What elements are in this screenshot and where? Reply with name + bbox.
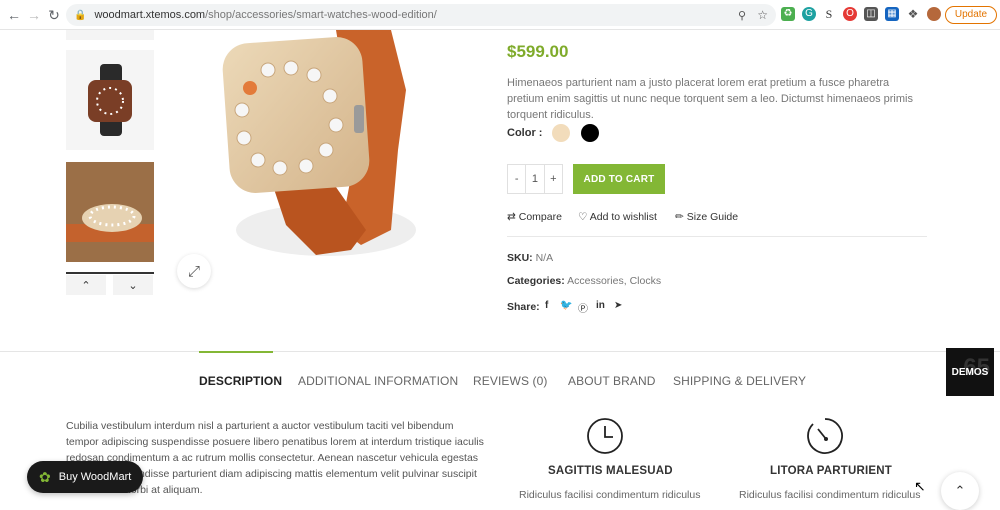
product-price: $599.00 bbox=[507, 42, 569, 61]
qty-plus-button[interactable]: + bbox=[545, 173, 562, 185]
size-guide-link[interactable]: ✏ Size Guide bbox=[675, 211, 738, 223]
extension-blue-icon[interactable]: ▦ bbox=[885, 7, 899, 21]
expand-icon: ⤢ bbox=[187, 262, 200, 280]
chevron-up-icon: ⌃ bbox=[81, 279, 91, 292]
thumbnail-next-button[interactable]: ⌄ bbox=[113, 275, 153, 295]
heart-icon: ♡ bbox=[578, 211, 588, 223]
thumbnail-watch-wood-image bbox=[66, 162, 154, 262]
thumbnail-prev-button[interactable]: ⌃ bbox=[66, 275, 106, 295]
active-tab-indicator bbox=[199, 351, 273, 353]
extension-shield-icon[interactable]: ◫ bbox=[864, 7, 878, 21]
url-text: woodmart.xtemos.com/shop/accessories/sma… bbox=[94, 9, 437, 21]
compare-link[interactable]: ⇄ Compare bbox=[507, 211, 562, 223]
bookmark-star-icon[interactable]: ☆ bbox=[757, 8, 768, 22]
tab-about-brand[interactable]: ABOUT BRAND bbox=[568, 374, 656, 388]
chevron-up-icon: ⌃ bbox=[954, 483, 966, 498]
shuffle-icon: ⇄ bbox=[507, 211, 516, 223]
product-main-image[interactable] bbox=[166, 30, 484, 300]
mouse-cursor-icon: ↖ bbox=[914, 478, 926, 494]
feature-title-2: LITORA PARTURIENT bbox=[770, 465, 893, 477]
category-link-accessories[interactable]: Accessories bbox=[567, 275, 624, 287]
lock-icon: 🔒 bbox=[74, 9, 87, 21]
category-link-clocks[interactable]: Clocks bbox=[630, 275, 662, 287]
tab-description[interactable]: DESCRIPTION bbox=[199, 374, 282, 388]
back-icon[interactable]: ← bbox=[6, 7, 22, 23]
watch-image bbox=[222, 30, 416, 256]
facebook-icon[interactable]: f bbox=[545, 300, 548, 311]
forward-icon[interactable]: → bbox=[26, 7, 42, 23]
buy-woodmart-button[interactable]: ✿ Buy WoodMart bbox=[27, 461, 143, 493]
tab-additional-information[interactable]: ADDITIONAL INFORMATION bbox=[298, 374, 458, 388]
wishlist-link[interactable]: ♡ Add to wishlist bbox=[578, 211, 657, 223]
update-button[interactable]: Update bbox=[945, 6, 997, 24]
tabs-top-border bbox=[0, 351, 1000, 352]
product-thumbnail-1[interactable] bbox=[66, 30, 154, 40]
extension-grammarly-icon[interactable]: G bbox=[802, 7, 816, 21]
qty-input[interactable]: 1 bbox=[525, 165, 545, 193]
twitter-icon[interactable]: 🐦 bbox=[560, 300, 572, 311]
product-thumbnail-3[interactable] bbox=[66, 162, 154, 262]
extension-s-icon[interactable]: S bbox=[822, 7, 836, 21]
product-thumbnail-2[interactable] bbox=[66, 50, 154, 150]
feature-desc-2: Ridiculus facilisi condimentum ridiculus bbox=[739, 489, 921, 501]
scroll-to-top-button[interactable]: ⌃ bbox=[941, 472, 979, 510]
color-swatch-black[interactable] bbox=[581, 124, 599, 142]
qty-minus-button[interactable]: - bbox=[508, 173, 525, 185]
linkedin-icon[interactable]: in bbox=[596, 300, 605, 311]
extension-recycle-icon[interactable]: ♻ bbox=[781, 7, 795, 21]
feature-desc-1: Ridiculus facilisi condimentum ridiculus bbox=[519, 489, 701, 501]
categories-row: Categories: Accessories, Clocks bbox=[507, 275, 662, 287]
zoom-icon[interactable]: ⚲ bbox=[738, 9, 746, 22]
sku-row: SKU: N/A bbox=[507, 252, 554, 264]
quantity-stepper: - 1 + bbox=[507, 164, 563, 194]
profile-avatar-icon[interactable] bbox=[927, 7, 941, 21]
reload-icon[interactable]: ↻ bbox=[46, 7, 62, 23]
extension-red-icon[interactable]: O bbox=[843, 7, 857, 21]
extensions-puzzle-icon[interactable]: ❖ bbox=[906, 7, 920, 21]
product-short-description: Himenaeos parturient nam a justo placera… bbox=[507, 77, 913, 121]
telegram-icon[interactable]: ➤ bbox=[614, 300, 622, 311]
divider bbox=[507, 236, 927, 237]
clock-icon bbox=[587, 418, 623, 454]
demos-button[interactable]: 65 DEMOS bbox=[946, 348, 994, 396]
thumbnail-watch-dark-image bbox=[88, 64, 132, 136]
zoom-image-button[interactable]: ⤢ bbox=[177, 254, 211, 288]
browser-toolbar: ← → ↻ 🔒 woodmart.xtemos.com/shop/accesso… bbox=[0, 0, 1000, 30]
address-bar[interactable]: 🔒 woodmart.xtemos.com/shop/accessories/s… bbox=[66, 4, 776, 26]
chevron-down-icon: ⌄ bbox=[128, 279, 138, 292]
color-swatch-beige[interactable] bbox=[552, 124, 570, 142]
add-to-cart-button[interactable]: ADD TO CART bbox=[573, 164, 665, 194]
feature-title-1: SAGITTIS MALESUAD bbox=[548, 465, 673, 477]
share-label: Share: bbox=[507, 301, 540, 313]
ruler-icon: ✏ bbox=[675, 211, 684, 223]
thumbnail-active-indicator bbox=[66, 272, 154, 274]
tab-reviews[interactable]: REVIEWS (0) bbox=[473, 374, 547, 388]
timer-icon bbox=[807, 418, 843, 454]
color-label: Color : bbox=[507, 127, 543, 139]
tab-shipping-delivery[interactable]: SHIPPING & DELIVERY bbox=[673, 374, 806, 388]
leaf-icon: ✿ bbox=[39, 468, 51, 485]
pinterest-icon[interactable]: Ⓟ bbox=[578, 300, 588, 315]
